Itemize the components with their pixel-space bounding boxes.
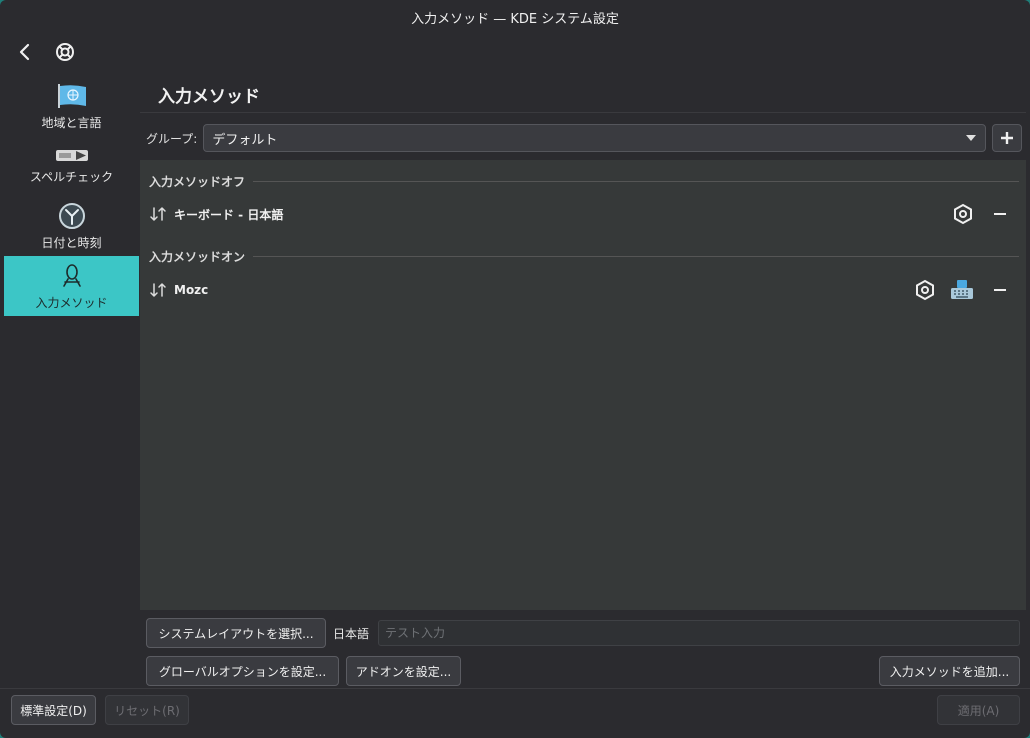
- sidebar-item-spellcheck[interactable]: スペルチェック: [4, 136, 139, 196]
- title-bar: 入力メソッド — KDE システム設定: [0, 0, 1030, 34]
- page-title: 入力メソッド: [158, 87, 260, 107]
- remove-button[interactable]: [988, 202, 1012, 226]
- chevron-down-icon: [966, 135, 976, 141]
- settings-window: 入力メソッド — KDE システム設定 地域と言語 スペルチェック 日付と時刻 …: [0, 0, 1030, 738]
- list-item-name: Mozc: [174, 283, 209, 297]
- row-actions: [914, 278, 1012, 302]
- test-input[interactable]: [378, 620, 1020, 646]
- group-label: グループ:: [146, 131, 198, 146]
- group-selector-row: グループ: デフォルト: [146, 122, 1022, 154]
- input-method-list: 入力メソッドオフ キーボード - 日本語 入力メソッドオン Mozc: [140, 160, 1026, 610]
- section-divider: [253, 256, 1019, 257]
- defaults-button[interactable]: 標準設定(D): [11, 695, 96, 725]
- list-item[interactable]: Mozc: [148, 275, 1020, 305]
- language-label: 日本語: [333, 627, 370, 641]
- drag-handle-icon[interactable]: [148, 205, 168, 223]
- list-item[interactable]: キーボード - 日本語: [148, 199, 1020, 229]
- remove-button[interactable]: [988, 278, 1012, 302]
- minus-icon: [994, 289, 1006, 291]
- sidebar-item-label: スペルチェック: [29, 169, 114, 184]
- spellcheck-icon: [55, 149, 88, 161]
- keyboard-icon[interactable]: [950, 279, 974, 301]
- global-options-button[interactable]: グローバルオプションを設定...: [146, 656, 339, 686]
- group-combobox[interactable]: デフォルト: [203, 124, 986, 152]
- sidebar-item-region-language[interactable]: 地域と言語: [4, 76, 139, 136]
- window-title: 入力メソッド — KDE システム設定: [411, 11, 619, 27]
- add-input-method-button[interactable]: 入力メソッドを追加...: [879, 656, 1020, 686]
- minus-icon: [994, 213, 1006, 215]
- list-item-name: キーボード - 日本語: [174, 207, 284, 222]
- apply-button[interactable]: 適用(A): [937, 695, 1020, 725]
- divider: [0, 688, 1030, 689]
- drag-handle-icon[interactable]: [148, 281, 168, 299]
- lifebuoy-icon: [56, 43, 74, 61]
- clock-icon: [58, 202, 85, 229]
- sidebar-item-label: 地域と言語: [41, 115, 102, 130]
- input-method-icon: [62, 263, 81, 287]
- header-toolbar: [12, 38, 78, 66]
- group-selected-value: デフォルト: [212, 132, 278, 148]
- add-group-button[interactable]: [992, 124, 1022, 152]
- plus-icon: [1001, 132, 1013, 144]
- section-divider: [253, 181, 1019, 182]
- back-button[interactable]: [12, 39, 38, 65]
- help-button[interactable]: [52, 39, 78, 65]
- flag-icon: [57, 83, 86, 108]
- sidebar-item-label: 日付と時刻: [41, 235, 102, 250]
- divider: [140, 112, 1026, 113]
- configure-addons-button[interactable]: アドオンを設定...: [346, 656, 461, 686]
- configure-icon[interactable]: [914, 279, 936, 301]
- select-system-layout-button[interactable]: システムレイアウトを選択...: [146, 618, 326, 648]
- reset-button[interactable]: リセット(R): [105, 695, 189, 725]
- sidebar: 地域と言語 スペルチェック 日付と時刻 入力メソッド: [4, 76, 139, 616]
- chevron-left-icon: [19, 43, 30, 61]
- configure-icon[interactable]: [952, 203, 974, 225]
- sidebar-item-date-time[interactable]: 日付と時刻: [4, 196, 139, 256]
- sidebar-item-input-method[interactable]: 入力メソッド: [4, 256, 139, 316]
- sidebar-item-label: 入力メソッド: [35, 295, 108, 310]
- section-header-im-on: 入力メソッドオン: [149, 248, 1019, 265]
- row-actions: [952, 202, 1012, 226]
- section-header-im-off: 入力メソッドオフ: [149, 173, 1019, 190]
